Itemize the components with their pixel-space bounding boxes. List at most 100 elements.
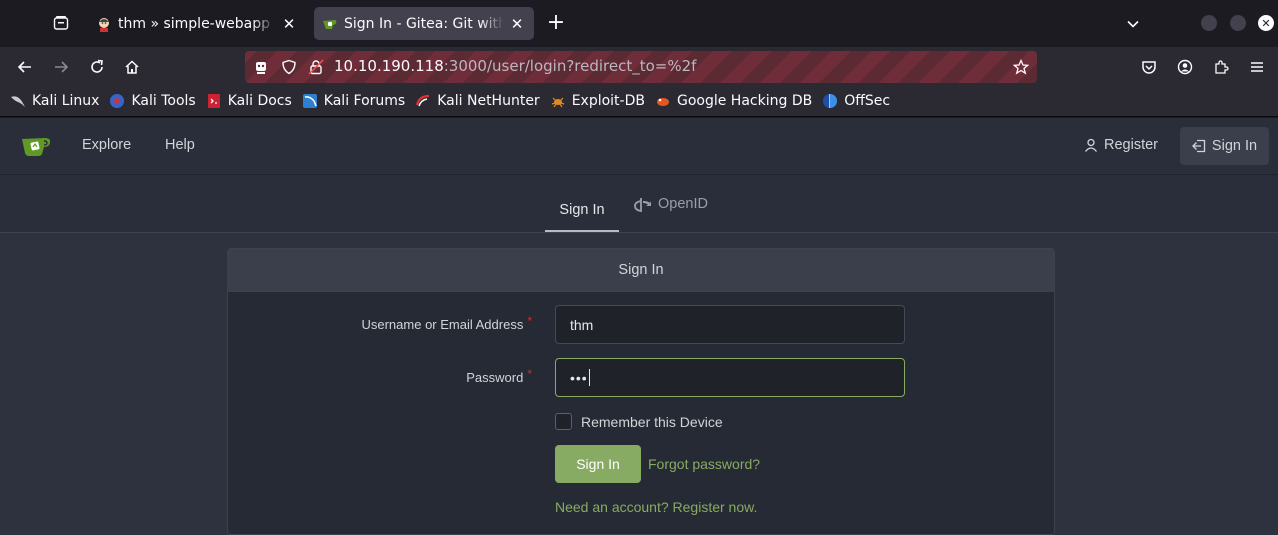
login-method-tabs: Sign In OpenID	[0, 175, 1278, 233]
remember-checkbox[interactable]	[555, 413, 572, 430]
bookmark-kali-nethunter[interactable]: Kali NetHunter	[415, 93, 540, 109]
tab-title: Sign In - Gitea: Git with a cup of tea	[344, 15, 504, 32]
bookmarks-toolbar: Kali Linux Kali Tools Kali Docs Kali For…	[0, 86, 1278, 117]
chevron-down-icon	[1127, 20, 1139, 28]
firefox-view-icon	[53, 16, 69, 30]
kali-docs-icon	[206, 93, 222, 109]
tab-openid[interactable]: OpenID	[634, 175, 708, 232]
username-input[interactable]: thm	[555, 305, 905, 344]
kali-nethunter-icon	[415, 93, 431, 109]
ghdb-icon	[655, 93, 671, 109]
person-icon	[1084, 138, 1098, 152]
required-asterisk: *	[527, 367, 532, 381]
register-now-link[interactable]: Need an account? Register now.	[555, 499, 757, 515]
bookmark-kali-linux[interactable]: Kali Linux	[10, 93, 99, 109]
gitea-icon	[322, 16, 338, 32]
gitea-teacup-icon	[22, 138, 51, 156]
password-label: Password *	[466, 367, 532, 385]
password-mask: •••	[570, 369, 588, 386]
browser-toolbar: 10.10.190.118:3000/user/login?redirect_t…	[0, 47, 1278, 86]
bookmark-label: Google Hacking DB	[676, 93, 813, 109]
url-text[interactable]: 10.10.190.118:3000/user/login?redirect_t…	[334, 57, 696, 75]
remote-control-robot-icon[interactable]	[252, 58, 270, 76]
browser-tab-jenkins[interactable]: thm » simple-webapp » m ✕	[88, 7, 306, 40]
form-header: Sign In	[228, 249, 1054, 292]
window-close-button[interactable]: ✕	[1258, 15, 1274, 31]
account-button[interactable]	[1171, 53, 1199, 81]
username-value: thm	[570, 316, 594, 333]
bookmark-label: OffSec	[844, 93, 891, 109]
bookmark-kali-docs[interactable]: Kali Docs	[206, 93, 292, 109]
username-label: Username or Email Address *	[361, 314, 532, 332]
tab-close-icon[interactable]: ✕	[508, 15, 526, 33]
gitea-logo[interactable]	[20, 132, 52, 160]
app-menu-button[interactable]	[1243, 53, 1271, 81]
home-icon	[125, 60, 139, 74]
reload-icon	[91, 59, 103, 73]
home-button[interactable]	[118, 53, 146, 81]
gitea-page: Explore Help Register Sign In Sign In Op…	[0, 118, 1278, 535]
bookmark-label: Exploit-DB	[571, 93, 645, 109]
bookmark-label: Kali Linux	[32, 93, 100, 109]
bookmark-offsec[interactable]: OffSec	[822, 93, 890, 109]
sign-in-icon	[1192, 139, 1206, 153]
puzzle-icon	[1215, 60, 1229, 74]
browser-tab-gitea[interactable]: Sign In - Gitea: Git with a cup of tea ✕	[314, 7, 534, 40]
nav-explore-link[interactable]: Explore	[82, 137, 131, 153]
bookmark-google-hacking-db[interactable]: Google Hacking DB	[655, 93, 812, 109]
bookmark-kali-tools[interactable]: Kali Tools	[109, 93, 196, 109]
sign-in-label: Sign In	[1211, 138, 1258, 154]
bookmark-label: Kali Docs	[227, 93, 292, 109]
nav-sign-in-button[interactable]: Sign In	[1180, 127, 1269, 165]
browser-tab-strip: thm » simple-webapp » m ✕ Sign In - Gite…	[0, 0, 1278, 47]
sign-in-form: Sign In Username or Email Address * thm P…	[227, 248, 1055, 535]
username-label-text: Username or Email Address	[361, 317, 524, 332]
url-bar[interactable]: 10.10.190.118:3000/user/login?redirect_t…	[245, 51, 1037, 83]
arrow-right-icon	[55, 61, 69, 73]
forward-button[interactable]	[47, 53, 75, 81]
firefox-view-button[interactable]	[44, 6, 78, 40]
bookmark-exploit-db[interactable]: Exploit-DB	[550, 93, 645, 109]
openid-label: OpenID	[658, 195, 708, 212]
required-asterisk: *	[527, 314, 532, 328]
bookmark-kali-forums[interactable]: Kali Forums	[302, 93, 405, 109]
list-all-tabs-button[interactable]	[1120, 12, 1146, 36]
insecure-lock-icon[interactable]	[307, 58, 325, 76]
new-tab-button[interactable]: +	[542, 10, 570, 38]
kali-tools-icon	[109, 93, 125, 109]
back-button[interactable]	[11, 53, 39, 81]
arrow-left-icon	[17, 61, 31, 73]
sign-in-submit-button[interactable]: Sign In	[555, 445, 641, 483]
tab-sign-in[interactable]: Sign In	[545, 175, 619, 232]
jenkins-icon	[96, 16, 112, 32]
gitea-navbar: Explore Help Register Sign In	[0, 118, 1278, 175]
tracking-protection-shield-icon[interactable]	[280, 58, 298, 76]
exploit-db-icon	[550, 93, 566, 109]
kali-dragon-icon	[10, 93, 26, 109]
tab-close-icon[interactable]: ✕	[280, 15, 298, 33]
bookmark-label: Kali Forums	[323, 93, 406, 109]
nav-register-link[interactable]: Register	[1084, 137, 1158, 153]
close-icon: ✕	[1261, 16, 1271, 30]
forgot-password-link[interactable]: Forgot password?	[648, 456, 760, 472]
url-host: 10.10.190.118	[334, 57, 444, 75]
window-maximize-button[interactable]	[1230, 15, 1246, 31]
password-input[interactable]: •••	[555, 358, 905, 397]
register-label: Register	[1104, 137, 1158, 153]
bookmark-label: Kali NetHunter	[437, 93, 540, 109]
remember-label: Remember this Device	[581, 413, 723, 430]
pocket-button[interactable]	[1135, 53, 1163, 81]
bookmark-star-icon[interactable]	[1011, 57, 1031, 77]
openid-icon	[634, 196, 652, 212]
hamburger-menu-icon	[1251, 62, 1263, 72]
tab-title: thm » simple-webapp » m	[118, 15, 276, 32]
reload-button[interactable]	[83, 53, 111, 81]
remember-device[interactable]: Remember this Device	[555, 413, 723, 430]
pocket-icon	[1142, 61, 1156, 74]
url-path: :3000/user/login?redirect_to=%2f	[443, 57, 697, 75]
nav-help-link[interactable]: Help	[165, 137, 195, 153]
window-minimize-button[interactable]	[1201, 15, 1217, 31]
password-label-text: Password	[466, 370, 524, 385]
extensions-button[interactable]	[1207, 53, 1235, 81]
account-icon	[1177, 59, 1193, 75]
